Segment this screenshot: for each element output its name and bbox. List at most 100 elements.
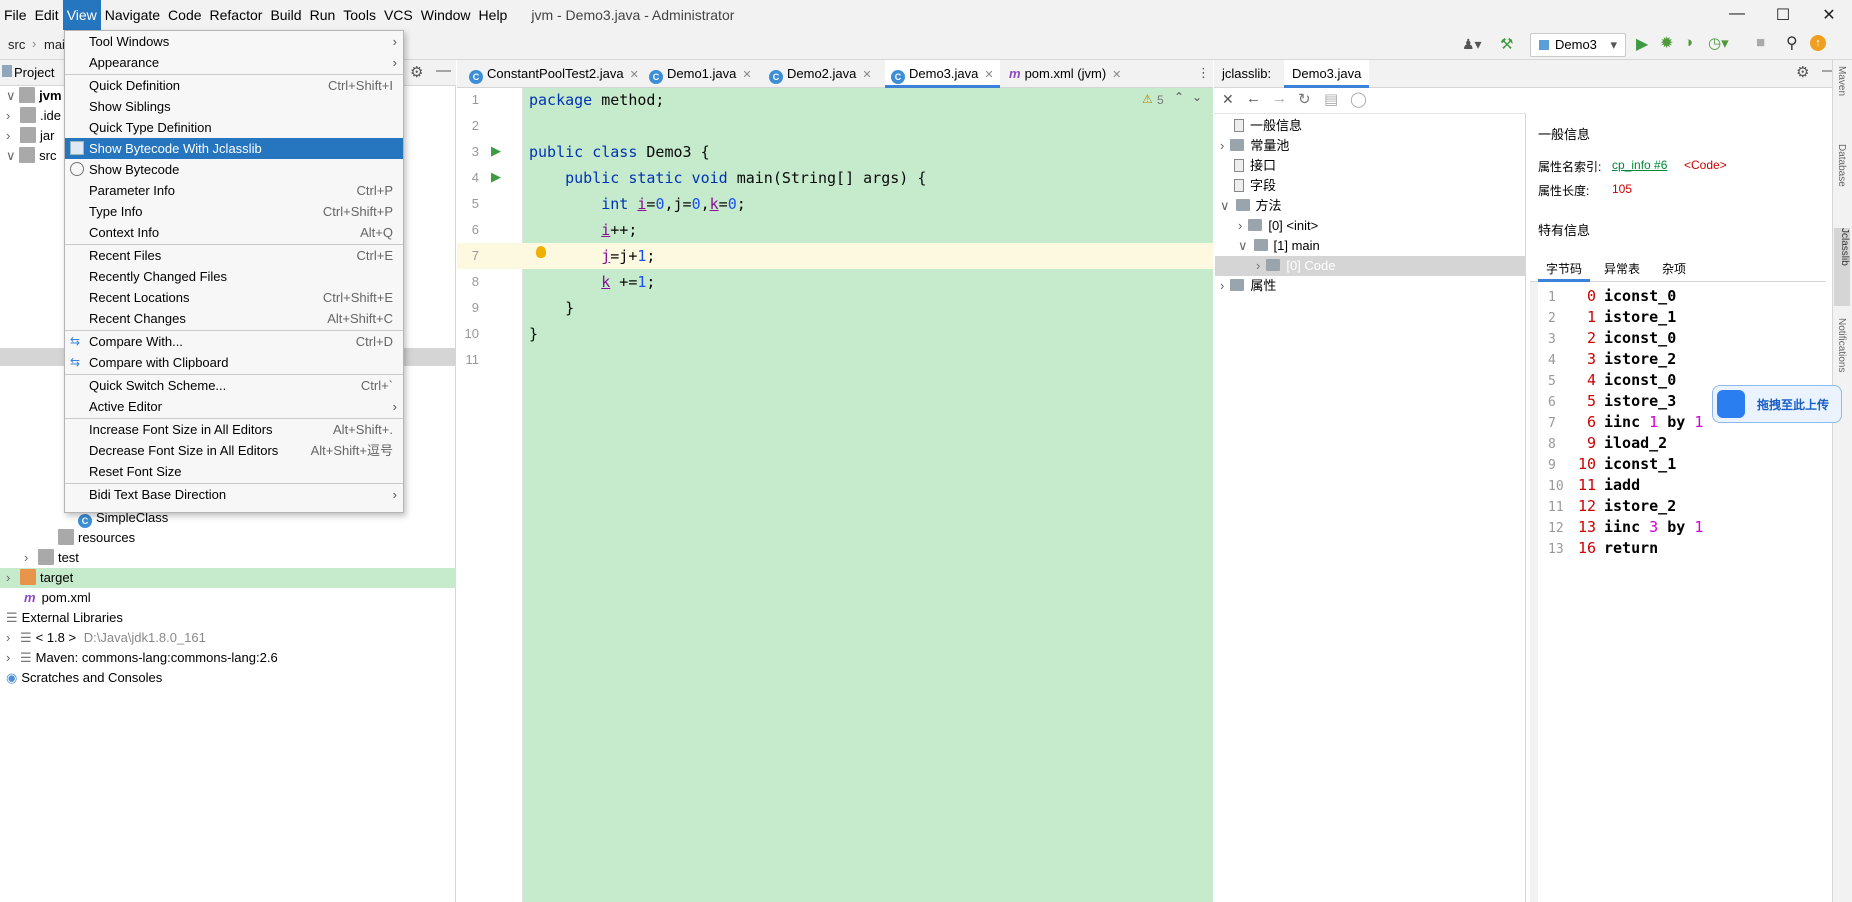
chevron-right-icon[interactable]: › bbox=[1238, 218, 1242, 233]
menu-item-active-editor[interactable]: Active Editor › bbox=[65, 396, 403, 417]
chevron-right-icon[interactable]: › bbox=[6, 570, 10, 585]
menu-edit[interactable]: Edit bbox=[31, 0, 63, 30]
tree-interfaces[interactable]: 接口 bbox=[1234, 156, 1276, 176]
update-icon[interactable]: ↑ bbox=[1810, 35, 1826, 51]
menu-item-compare-with[interactable]: ⇆ Compare With... Ctrl+D bbox=[65, 331, 403, 352]
menu-item-quick-type-definition[interactable]: Quick Type Definition bbox=[65, 117, 403, 138]
tab-constantpooltest2[interactable]: C ConstantPoolTest2.java ✕ bbox=[463, 60, 645, 88]
chevron-right-icon[interactable]: › bbox=[24, 550, 28, 565]
close-icon[interactable]: ✕ bbox=[1112, 69, 1121, 81]
tree-row-pom[interactable]: m pom.xml bbox=[0, 588, 456, 608]
tree-fields[interactable]: 字段 bbox=[1234, 176, 1276, 196]
menu-view[interactable]: View bbox=[62, 0, 101, 30]
close-icon[interactable]: ✕ bbox=[1222, 91, 1234, 108]
menu-item-context-info[interactable]: Context Info Alt+Q bbox=[65, 222, 403, 243]
gear-icon[interactable]: ⚙ bbox=[410, 63, 423, 81]
search-icon[interactable]: ⚲ bbox=[1786, 33, 1798, 53]
menu-help[interactable]: Help bbox=[475, 0, 512, 30]
run-icon[interactable]: ▶ bbox=[1636, 34, 1648, 54]
database-tool-button[interactable]: Database bbox=[1836, 144, 1847, 216]
menu-item-quick-switch-scheme[interactable]: Quick Switch Scheme... Ctrl+` bbox=[65, 375, 403, 396]
close-icon[interactable]: ✕ bbox=[630, 69, 639, 81]
menu-item-show-bytecode-jclasslib[interactable]: Show Bytecode With Jclasslib bbox=[65, 138, 403, 159]
tree-attributes[interactable]: › 属性 bbox=[1220, 276, 1276, 296]
stop-icon[interactable]: ■ bbox=[1756, 34, 1765, 51]
menu-item-tool-windows[interactable]: Tool Windows › bbox=[65, 31, 403, 52]
menu-window[interactable]: Window bbox=[417, 0, 475, 30]
chevron-down-icon[interactable]: ∨ bbox=[6, 88, 16, 103]
tab-demo1[interactable]: C Demo1.java ✕ bbox=[643, 60, 758, 88]
menu-refactor[interactable]: Refactor bbox=[206, 0, 267, 30]
close-icon[interactable]: ✕ bbox=[862, 69, 871, 81]
tree-constant-pool[interactable]: › 常量池 bbox=[1220, 136, 1289, 156]
save-icon[interactable]: ▤ bbox=[1324, 90, 1338, 108]
menu-navigate[interactable]: Navigate bbox=[101, 0, 164, 30]
forward-arrow-icon[interactable]: → bbox=[1272, 90, 1287, 107]
chevron-right-icon[interactable]: › bbox=[6, 650, 10, 665]
build-hammer-icon[interactable]: ⚒ bbox=[1500, 35, 1513, 53]
debug-icon[interactable]: ✹ bbox=[1660, 33, 1673, 53]
tree-row-test[interactable]: › test bbox=[0, 548, 456, 568]
jclasslib-tool-button[interactable]: Jclasslib bbox=[1834, 228, 1850, 306]
menu-item-bidi-direction[interactable]: Bidi Text Base Direction › bbox=[65, 484, 403, 505]
tree-row-resources[interactable]: resources bbox=[0, 528, 456, 548]
user-icon[interactable]: ♟▾ bbox=[1462, 36, 1482, 53]
menu-vcs[interactable]: VCS bbox=[380, 0, 417, 30]
maximize-icon[interactable]: ☐ bbox=[1760, 5, 1806, 25]
menu-item-recent-locations[interactable]: Recent Locations Ctrl+Shift+E bbox=[65, 287, 403, 308]
tree-row-jdk[interactable]: › ☰ < 1.8 > D:\Java\jdk1.8.0_161 bbox=[0, 628, 456, 648]
menu-run[interactable]: Run bbox=[306, 0, 340, 30]
menu-item-decrease-font[interactable]: Decrease Font Size in All Editors Alt+Shi… bbox=[65, 440, 403, 461]
menu-item-show-siblings[interactable]: Show Siblings bbox=[65, 96, 403, 117]
tab-misc[interactable]: 杂项 bbox=[1654, 258, 1694, 282]
menu-item-recent-files[interactable]: Recent Files Ctrl+E bbox=[65, 245, 403, 266]
menu-tools[interactable]: Tools bbox=[339, 0, 380, 30]
menu-item-parameter-info[interactable]: Parameter Info Ctrl+P bbox=[65, 180, 403, 201]
run-gutter-icon[interactable]: ▶ bbox=[491, 143, 501, 159]
tab-bytecode[interactable]: 字节码 bbox=[1538, 258, 1591, 282]
chevron-down-icon[interactable]: ∨ bbox=[1238, 238, 1248, 253]
chevron-down-icon[interactable]: ∨ bbox=[6, 148, 16, 163]
menu-build[interactable]: Build bbox=[266, 0, 305, 30]
menu-item-type-info[interactable]: Type Info Ctrl+Shift+P bbox=[65, 201, 403, 222]
upload-drop-button[interactable]: 拖拽至此上传 bbox=[1712, 385, 1842, 423]
tab-demo3[interactable]: C Demo3.java ✕ bbox=[885, 60, 1000, 88]
breadcrumb-main[interactable]: mai bbox=[44, 37, 65, 52]
menu-item-compare-clipboard[interactable]: ⇆ Compare with Clipboard bbox=[65, 352, 403, 373]
close-icon[interactable]: ✕ bbox=[1806, 5, 1852, 25]
refresh-icon[interactable]: ↻ bbox=[1298, 90, 1311, 108]
chevron-right-icon[interactable]: › bbox=[1220, 278, 1224, 293]
tab-exception-table[interactable]: 异常表 bbox=[1596, 258, 1648, 282]
tab-demo2[interactable]: C Demo2.java ✕ bbox=[763, 60, 878, 88]
tree-method-main[interactable]: ∨ [1] main bbox=[1238, 236, 1320, 256]
cp-info-link[interactable]: cp_info #6 bbox=[1612, 158, 1667, 172]
chevron-down-icon[interactable]: ∨ bbox=[1220, 198, 1230, 213]
close-icon[interactable]: ✕ bbox=[742, 69, 751, 81]
hide-panel-icon[interactable]: — bbox=[436, 62, 451, 79]
tree-methods[interactable]: ∨ 方法 bbox=[1220, 196, 1282, 216]
tree-row-maven-lib[interactable]: › ☰ Maven: commons-lang:commons-lang:2.6 bbox=[0, 648, 456, 668]
run-config-select[interactable]: Demo3 ▾ bbox=[1530, 33, 1626, 57]
tree-row-external-libraries[interactable]: ☰ External Libraries bbox=[0, 608, 456, 628]
menu-item-recent-changes[interactable]: Recent Changes Alt+Shift+C bbox=[65, 308, 403, 329]
breadcrumb-src[interactable]: src bbox=[8, 37, 25, 52]
menu-item-increase-font[interactable]: Increase Font Size in All Editors Alt+Shi… bbox=[65, 419, 403, 440]
menu-code[interactable]: Code bbox=[164, 0, 205, 30]
chevron-right-icon[interactable]: › bbox=[6, 108, 10, 123]
menu-item-show-bytecode[interactable]: Show Bytecode bbox=[65, 159, 403, 180]
maven-tool-button[interactable]: Maven bbox=[1836, 66, 1847, 126]
menu-item-appearance[interactable]: Appearance › bbox=[65, 52, 403, 73]
tab-pom[interactable]: m pom.xml (jvm) ✕ bbox=[1003, 60, 1127, 88]
web-icon[interactable]: ◯ bbox=[1350, 90, 1367, 108]
profile-icon[interactable]: ◷▾ bbox=[1708, 34, 1729, 52]
run-gutter-icon[interactable]: ▶ bbox=[491, 169, 501, 185]
chevron-down-icon[interactable]: ⌄ bbox=[1192, 90, 1202, 104]
menu-file[interactable]: File bbox=[0, 0, 31, 30]
chevron-up-icon[interactable]: ⌃ bbox=[1174, 90, 1184, 104]
tree-row-scratches[interactable]: ◉ Scratches and Consoles bbox=[0, 668, 456, 688]
tree-general-info[interactable]: 一般信息 bbox=[1234, 116, 1302, 136]
minimize-icon[interactable]: — bbox=[1714, 5, 1760, 25]
gear-icon[interactable]: ⚙ bbox=[1796, 63, 1809, 81]
menu-item-reset-font[interactable]: Reset Font Size bbox=[65, 461, 403, 482]
tree-code-attribute[interactable]: › [0] Code bbox=[1256, 256, 1336, 276]
